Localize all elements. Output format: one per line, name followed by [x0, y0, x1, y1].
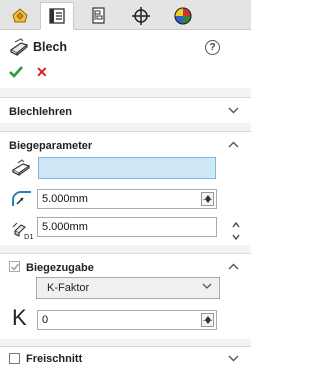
tab-dimxpert-manager[interactable] — [124, 3, 158, 28]
bend-radius-icon — [12, 191, 31, 206]
configuration-manager-icon — [92, 6, 105, 24]
k-factor-input[interactable]: 0 — [37, 310, 217, 330]
sheet-metal-icon — [9, 38, 29, 56]
section-freischnitt[interactable]: Freischnitt — [0, 346, 251, 374]
freischnitt-checkbox[interactable] — [9, 353, 20, 364]
crosshair-icon — [132, 6, 150, 25]
section-blechlehren[interactable]: Blechlehren — [0, 97, 251, 123]
fixed-face-icon — [11, 159, 31, 176]
spinner-down-icon[interactable] — [205, 199, 211, 203]
page-title: Blech — [33, 40, 68, 54]
biegezugabe-checkbox[interactable] — [9, 261, 20, 272]
help-icon[interactable]: ? — [205, 40, 220, 55]
tab-configuration-manager[interactable] — [82, 3, 116, 28]
manager-tab-bar — [0, 0, 251, 30]
cancel-button[interactable]: ✕ — [36, 64, 48, 81]
section-title: Biegezugabe — [26, 262, 94, 274]
reverse-direction-icon[interactable] — [231, 220, 241, 242]
chevron-up-icon[interactable] — [228, 141, 239, 148]
bend-radius-input[interactable]: 5.000mm — [37, 189, 217, 209]
fixed-face-selection-box[interactable] — [38, 157, 216, 179]
chevron-down-icon[interactable] — [228, 107, 239, 114]
section-title: Biegeparameter — [9, 140, 93, 152]
chevron-up-icon[interactable] — [228, 263, 239, 270]
property-manager-icon — [49, 8, 65, 24]
feature-manager-icon — [12, 7, 28, 22]
chevron-down-icon — [202, 283, 212, 289]
spinner-down-icon[interactable] — [205, 320, 211, 324]
k-factor-icon: K — [12, 305, 27, 330]
k-factor-spinner[interactable] — [201, 313, 214, 327]
bend-allowance-type-select[interactable]: K-Faktor — [36, 277, 220, 299]
check-icon — [11, 263, 20, 271]
ok-button[interactable] — [9, 66, 23, 78]
section-title: Freischnitt — [26, 353, 83, 365]
tab-feature-manager[interactable] — [3, 3, 37, 28]
svg-text:D1: D1 — [24, 233, 33, 240]
tab-property-manager[interactable] — [40, 2, 74, 30]
tab-display-manager[interactable] — [166, 3, 200, 28]
thickness-icon: D1 — [12, 222, 33, 240]
chevron-down-icon[interactable] — [228, 355, 239, 362]
appearance-sphere-icon — [174, 7, 192, 24]
thickness-input[interactable]: 5.000mm — [37, 217, 217, 237]
radius-spinner[interactable] — [201, 192, 214, 206]
section-title: Blechlehren — [9, 106, 72, 118]
